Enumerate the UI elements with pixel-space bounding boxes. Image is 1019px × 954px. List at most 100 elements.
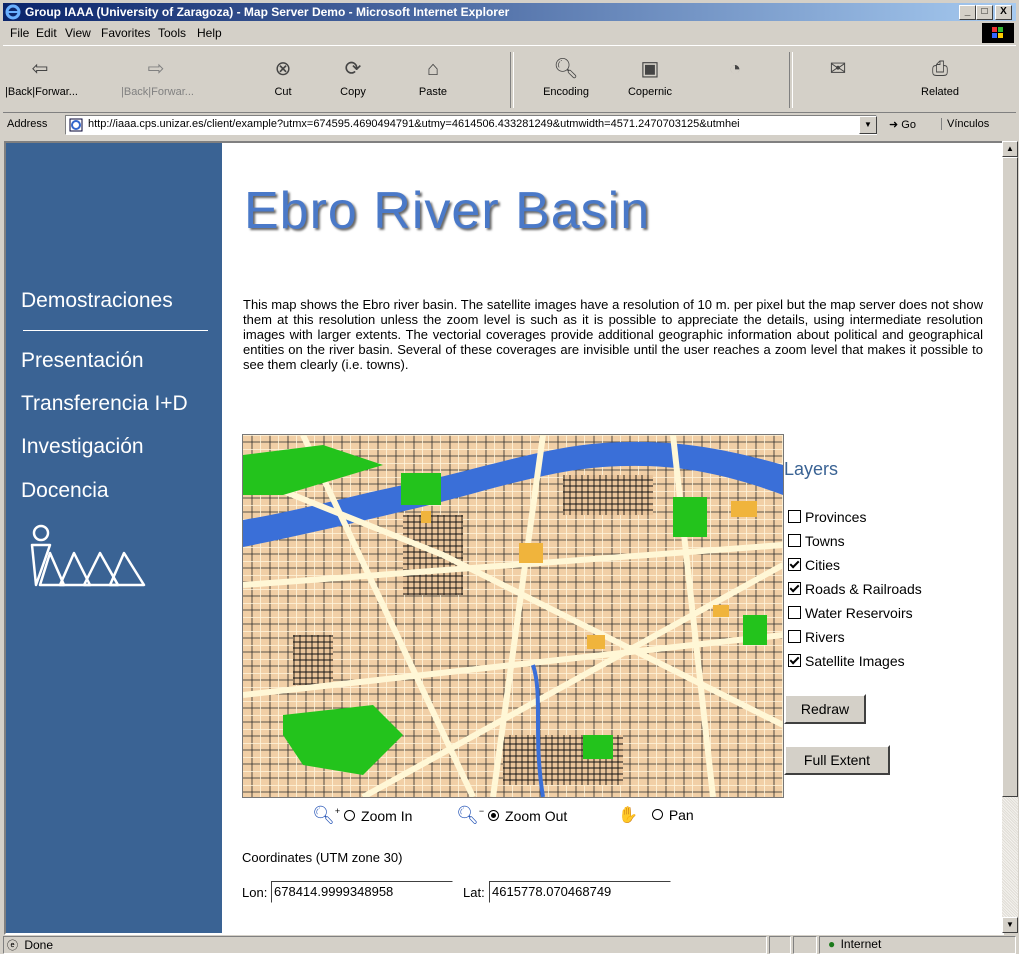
print-icon: ⎙: [932, 58, 948, 80]
close-button[interactable]: X: [995, 5, 1012, 20]
status-cell: [793, 936, 817, 954]
layer-roads-checkbox[interactable]: [788, 582, 801, 595]
layer-satellite-label: Satellite Images: [805, 653, 905, 669]
forward-button[interactable]: ⇨ |Back|Forwar...: [121, 56, 194, 98]
mail-icon: ✉: [829, 58, 847, 80]
copy-button[interactable]: ⟳ Copy: [318, 56, 388, 98]
maximize-button[interactable]: □: [976, 5, 993, 20]
status-cell: [769, 936, 791, 954]
page-icon: [69, 118, 83, 132]
sidebar-item-docencia[interactable]: Docencia: [21, 479, 109, 503]
coordinates-label: Coordinates (UTM zone 30): [242, 850, 403, 865]
status-text: Done: [24, 938, 54, 952]
toolbar: ⇦ |Back|Forwar... ⇨ |Back|Forwar... ⊗ Cu…: [3, 45, 1016, 113]
layer-towns[interactable]: Towns: [788, 533, 845, 549]
toolbar-separator: [510, 52, 514, 108]
layer-water-reservoirs-label: Water Reservoirs: [805, 605, 913, 621]
zoom-in-radio[interactable]: [344, 810, 356, 821]
menu-favorites[interactable]: Favorites: [101, 26, 150, 40]
forward-label: |Back|Forwar...: [121, 86, 194, 98]
sidebar-item-investigacion[interactable]: Investigación: [21, 435, 144, 459]
layer-water-reservoirs[interactable]: Water Reservoirs: [788, 605, 913, 621]
minimize-button[interactable]: _: [959, 5, 976, 20]
vertical-scrollbar[interactable]: ▲ ▼: [1002, 141, 1018, 933]
scroll-thumb[interactable]: [1002, 157, 1018, 797]
browser-window: Group IAAA (University of Zaragoza) - Ma…: [0, 0, 1019, 954]
menu-help[interactable]: Help: [197, 26, 222, 40]
related-label: Related: [921, 86, 959, 98]
lon-row: Lon: 678414.9999348958: [242, 881, 453, 903]
address-dropdown-button[interactable]: ▼: [859, 116, 877, 134]
encoding-button[interactable]: 🔍︎ Encoding: [531, 56, 601, 98]
layer-roads[interactable]: Roads & Railroads: [788, 581, 922, 597]
go-arrow-icon: ➜: [889, 119, 902, 131]
zone-label: Internet: [840, 937, 882, 951]
zoom-out-tool[interactable]: 🔍︎− Zoom Out: [456, 805, 567, 826]
status-bar: ⓔ Done ● Internet: [3, 935, 1016, 954]
encoding-label: Encoding: [543, 86, 589, 98]
zoom-in-label: Zoom In: [361, 808, 413, 824]
sidebar: Demostraciones Presentación Transferenci…: [6, 143, 222, 933]
map-image[interactable]: [242, 434, 784, 798]
stop-icon: ⊗: [274, 58, 292, 80]
paste-button[interactable]: ⌂ Paste: [398, 56, 468, 98]
map-canvas: [243, 435, 783, 797]
layer-satellite[interactable]: Satellite Images: [788, 653, 905, 669]
hand-icon: ✋: [618, 807, 638, 824]
window-title: Group IAAA (University of Zaragoza) - Ma…: [25, 5, 510, 19]
layer-cities-checkbox[interactable]: [788, 558, 801, 571]
sidebar-item-demostraciones[interactable]: Demostraciones: [21, 289, 173, 313]
history-button[interactable]: ◔: [700, 56, 770, 86]
layer-provinces-checkbox[interactable]: [788, 510, 801, 523]
layer-towns-checkbox[interactable]: [788, 534, 801, 547]
address-label: Address: [7, 118, 48, 130]
cut-label: Cut: [274, 86, 292, 98]
pan-radio[interactable]: [651, 809, 663, 820]
cut-button[interactable]: ⊗ Cut: [248, 56, 318, 98]
layer-cities-label: Cities: [805, 557, 841, 573]
zone-cell: ● Internet: [819, 936, 1016, 954]
related-button[interactable]: ⎙ Related: [905, 56, 975, 98]
lon-label: Lon:: [242, 885, 268, 900]
pan-tool[interactable]: ✋ Pan: [618, 805, 694, 825]
scroll-up-button[interactable]: ▲: [1002, 141, 1018, 157]
globe-icon: ●: [828, 937, 836, 951]
zoom-in-icon: 🔍︎+: [312, 805, 341, 825]
menu-view[interactable]: View: [65, 26, 91, 40]
menu-file[interactable]: File: [10, 26, 29, 40]
title-bar: Group IAAA (University of Zaragoza) - Ma…: [3, 3, 1016, 21]
links-button[interactable]: Vínculos: [941, 118, 989, 130]
layers-title: Layers: [784, 459, 839, 479]
layer-water-reservoirs-checkbox[interactable]: [788, 606, 801, 619]
zoom-out-radio[interactable]: [488, 810, 500, 821]
go-button[interactable]: ➜ Go: [889, 118, 916, 131]
address-input[interactable]: http://iaaa.cps.unizar.es/client/example…: [65, 115, 877, 135]
back-button[interactable]: ⇦ |Back|Forwar...: [5, 56, 78, 98]
lat-row: Lat: 4615778.070468749: [463, 881, 671, 903]
page-status-icon: ⓔ: [7, 940, 18, 952]
layer-satellite-checkbox[interactable]: [788, 654, 801, 667]
layer-provinces[interactable]: Provinces: [788, 509, 866, 525]
full-extent-button[interactable]: Full Extent: [784, 745, 890, 775]
back-arrow-icon: ⇦: [31, 58, 49, 80]
forward-arrow-icon: ⇨: [147, 58, 165, 80]
redraw-button[interactable]: Redraw: [784, 694, 866, 724]
home-icon: ⌂: [426, 58, 440, 80]
scroll-down-button[interactable]: ▼: [1002, 917, 1018, 933]
menu-bar: File Edit View Favorites Tools Help: [3, 23, 1016, 43]
zoom-in-tool[interactable]: 🔍︎+ Zoom In: [312, 805, 412, 826]
layer-rivers[interactable]: Rivers: [788, 629, 845, 645]
mail-button[interactable]: ✉: [803, 56, 873, 86]
menu-tools[interactable]: Tools: [158, 26, 186, 40]
sidebar-item-transferencia[interactable]: Transferencia I+D: [21, 392, 188, 416]
paste-label: Paste: [418, 86, 448, 98]
search-icon: 🔍︎: [553, 58, 579, 80]
menu-edit[interactable]: Edit: [36, 26, 57, 40]
zoom-out-label: Zoom Out: [505, 808, 568, 824]
layer-rivers-checkbox[interactable]: [788, 630, 801, 643]
lat-input[interactable]: 4615778.070468749: [489, 881, 671, 903]
sidebar-item-presentacion[interactable]: Presentación: [21, 349, 144, 373]
layer-cities[interactable]: Cities: [788, 557, 840, 573]
lon-input[interactable]: 678414.9999348958: [271, 881, 453, 903]
copernic-button[interactable]: ▣ Copernic: [615, 56, 685, 98]
